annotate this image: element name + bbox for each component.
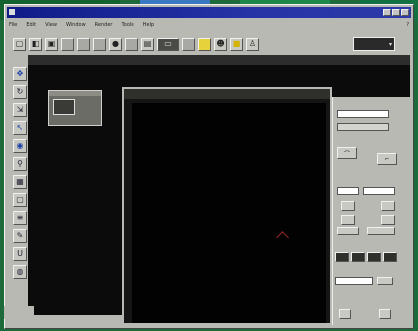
left-tool-scale[interactable]: ⇲ [13, 103, 27, 117]
tool-button-3[interactable] [93, 37, 106, 51]
sphere-icon: ● [112, 39, 119, 48]
minimize-button[interactable] [383, 9, 391, 16]
curve-icon: ⌒ [343, 150, 350, 158]
property-field-5[interactable] [335, 277, 373, 285]
magnet-icon: U [17, 249, 23, 258]
swatch-2[interactable] [351, 252, 365, 262]
prop-button-2[interactable]: ⌐ [377, 153, 397, 165]
open-icon: ◧ [31, 39, 40, 48]
camera-button[interactable]: ▭ [157, 37, 179, 51]
apply-button[interactable] [377, 277, 393, 285]
left-tool-11[interactable]: U [13, 247, 27, 261]
tool-button-2[interactable] [77, 37, 90, 51]
prop-button-4[interactable] [381, 201, 395, 211]
left-tool-rotate[interactable]: ↻ [13, 85, 27, 99]
property-field-3[interactable] [337, 187, 359, 195]
swatch-3[interactable] [367, 252, 381, 262]
brush-icon: ✎ [16, 231, 24, 240]
left-tool-12[interactable]: ◍ [13, 265, 27, 279]
step-icon: ⌐ [384, 155, 390, 163]
grid-icon: ▦ [16, 177, 24, 186]
menu-tools[interactable]: Tools [121, 20, 133, 30]
property-field-4[interactable] [363, 187, 395, 195]
character-icon: ♙ [248, 39, 257, 48]
figure-icon: ☻ [216, 39, 225, 48]
rotate-icon: ↻ [16, 87, 24, 96]
cursor-icon [276, 231, 289, 244]
help-mark[interactable]: ? [406, 20, 409, 30]
viewport-title-bar[interactable] [124, 89, 330, 99]
preview-window[interactable] [48, 90, 102, 126]
tool-button-5[interactable] [182, 37, 195, 51]
tool-button-4[interactable] [125, 37, 138, 51]
pin-icon: ◉ [16, 141, 24, 150]
menu-render[interactable]: Render [95, 20, 113, 30]
chevron-down-icon: ▾ [388, 40, 392, 48]
zoom-combo[interactable]: ▾ [353, 37, 395, 51]
left-tool-10[interactable]: ✎ [13, 229, 27, 243]
globe-icon: ◍ [16, 267, 24, 276]
menu-edit[interactable]: Edit [26, 20, 36, 30]
status-bar [4, 306, 34, 319]
yellow-box-button[interactable]: ■ [230, 37, 243, 51]
left-tool-pin[interactable]: ◉ [13, 139, 27, 153]
left-tool-7[interactable]: ▦ [13, 175, 27, 189]
layers-icon: ≡ [16, 213, 24, 222]
select-icon: ↖ [16, 123, 24, 132]
window-controls [383, 9, 409, 16]
viewport-window [122, 87, 332, 325]
property-field-1[interactable] [337, 110, 389, 118]
move-icon: ✥ [16, 69, 24, 78]
properties-panel: ⌒ ⌐ [332, 97, 410, 325]
scale-icon: ⇲ [16, 105, 24, 114]
open-button[interactable]: ◧ [29, 37, 42, 51]
left-tool-9[interactable]: ≡ [13, 211, 27, 225]
save-icon: ▣ [47, 39, 56, 48]
menu-bar: File Edit View Window Render Tools Help … [9, 20, 409, 30]
left-tool-8[interactable]: ▢ [13, 193, 27, 207]
3d-viewport[interactable] [132, 103, 326, 323]
prop-button-3[interactable] [341, 201, 355, 211]
left-tool-move[interactable]: ✥ [13, 67, 27, 81]
render-button[interactable]: ▤ [141, 37, 154, 51]
app-icon [9, 9, 15, 15]
light-button[interactable] [198, 37, 211, 51]
prop-button-10[interactable] [379, 309, 391, 319]
menu-help[interactable]: Help [143, 20, 154, 30]
preview-canvas [53, 99, 75, 115]
zoom-icon: ⚲ [17, 159, 23, 168]
menu-file[interactable]: File [9, 20, 17, 30]
title-bar [7, 7, 411, 18]
render-icon: ▤ [143, 39, 152, 48]
close-button[interactable] [401, 9, 409, 16]
left-toolbar: ✥ ↻ ⇲ ↖ ◉ ⚲ ▦ ▢ ≡ ✎ U ◍ [11, 61, 29, 329]
prop-button-5[interactable] [341, 215, 355, 225]
swatch-1[interactable] [335, 252, 349, 262]
save-button[interactable]: ▣ [45, 37, 58, 51]
property-field-2[interactable] [337, 123, 389, 131]
workspace-header [28, 55, 410, 65]
preview-title-bar [49, 91, 101, 96]
yellow-box-icon: ■ [232, 39, 241, 48]
figure-button[interactable]: ☻ [214, 37, 227, 51]
character-button[interactable]: ♙ [246, 37, 259, 51]
prop-button-6[interactable] [381, 215, 395, 225]
menu-view[interactable]: View [45, 20, 57, 30]
box-icon: ▢ [16, 195, 24, 204]
left-tool-zoom[interactable]: ⚲ [13, 157, 27, 171]
prop-button-8[interactable] [367, 227, 395, 235]
swatch-4[interactable] [383, 252, 397, 262]
sphere-button[interactable]: ● [109, 37, 122, 51]
prop-button-9[interactable] [339, 309, 351, 319]
prop-button-7[interactable] [337, 227, 359, 235]
tool-button-1[interactable] [61, 37, 74, 51]
left-tool-select[interactable]: ↖ [13, 121, 27, 135]
main-toolbar: ▢ ◧ ▣ ● ▤ ▭ ☻ ■ ♙ ▾ [9, 32, 409, 56]
menu-window[interactable]: Window [66, 20, 86, 30]
maximize-button[interactable] [392, 9, 400, 16]
camera-icon: ▭ [164, 39, 172, 48]
new-button[interactable]: ▢ [13, 37, 26, 51]
new-icon: ▢ [15, 39, 24, 48]
prop-button-1[interactable]: ⌒ [337, 147, 357, 159]
